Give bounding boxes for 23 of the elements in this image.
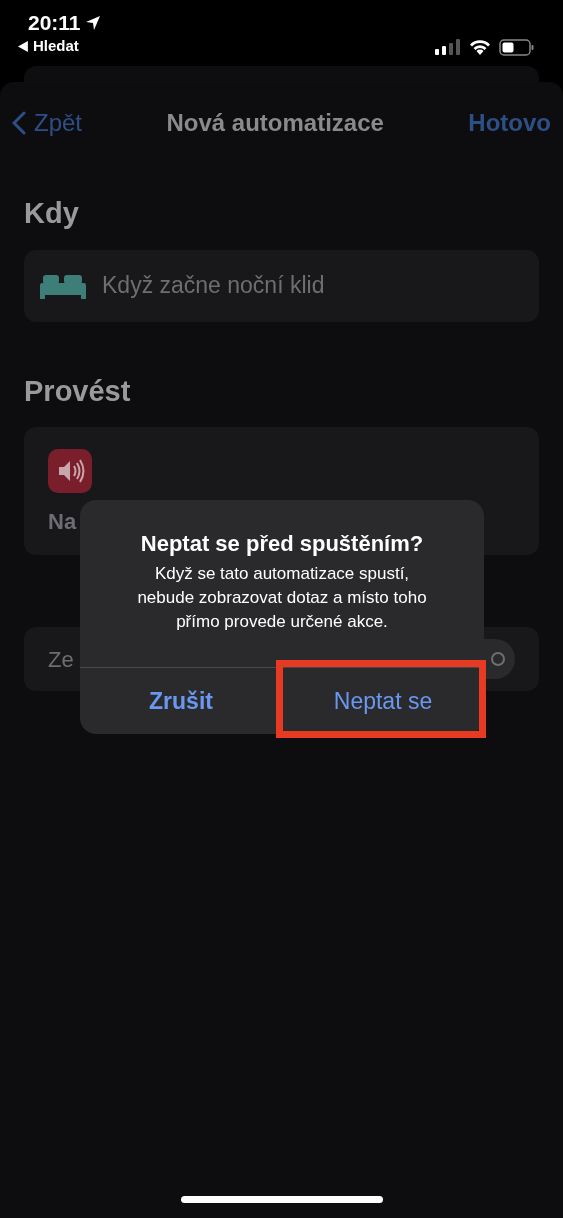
signal-icon bbox=[435, 39, 461, 55]
back-button[interactable]: Zpět bbox=[12, 105, 83, 141]
wifi-icon bbox=[469, 39, 491, 55]
alert-title: Neptat se před spuštěním? bbox=[140, 530, 424, 558]
trigger-card[interactable]: Když začne noční klid bbox=[24, 249, 539, 322]
status-time: 20:11 bbox=[28, 10, 81, 36]
section-heading: Provést bbox=[24, 373, 132, 409]
back-triangle-icon[interactable] bbox=[18, 40, 29, 52]
speaker-icon bbox=[48, 449, 92, 493]
setting-label: Ze bbox=[48, 645, 74, 674]
section-heading: Kdy bbox=[24, 196, 80, 231]
alert-button[interactable]: Neptat se bbox=[333, 683, 433, 719]
back-to-app-link[interactable]: Hledat bbox=[33, 36, 79, 56]
trigger-label: Když začne noční klid bbox=[102, 271, 325, 301]
location-icon bbox=[84, 15, 101, 31]
done-button[interactable]: Hotovo bbox=[468, 105, 551, 141]
nav-title: Nová automatizace bbox=[166, 108, 384, 138]
action-label: Na bbox=[48, 508, 78, 536]
alert-button[interactable]: Zrušit bbox=[149, 683, 213, 719]
bed-icon bbox=[40, 272, 86, 299]
battery-icon bbox=[499, 38, 535, 56]
alert-message: Když se tato automatizace spustí, nebude zobrazovat dotaz a místo toho přímo provede určené akce. bbox=[136, 563, 428, 633]
chevron-left-icon bbox=[12, 111, 26, 135]
